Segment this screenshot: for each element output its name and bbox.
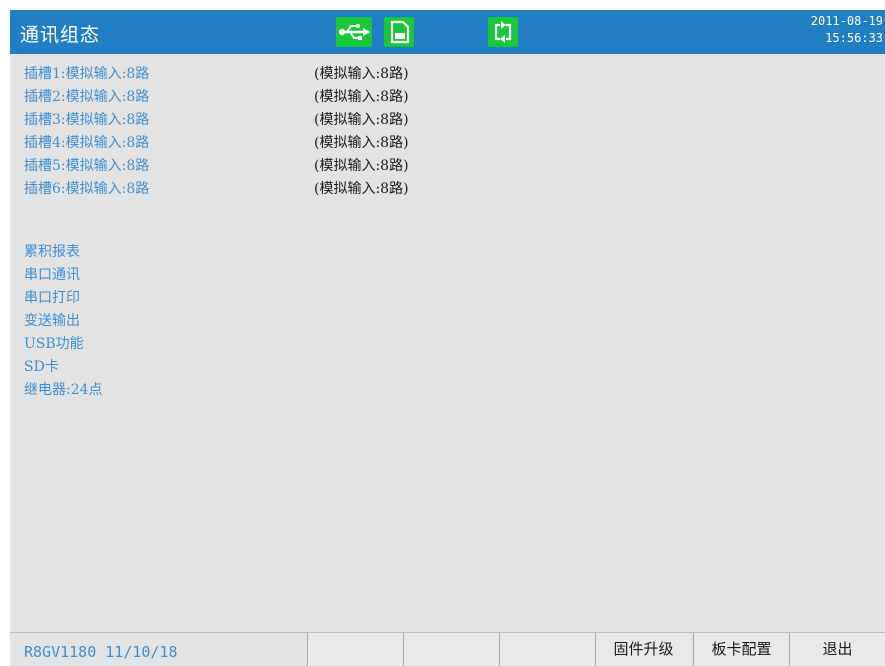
slot-config-3[interactable]: 插槽3:模拟输入:8路 (24, 109, 149, 129)
usb-icon (336, 17, 372, 47)
top-strip (0, 0, 885, 10)
softkey-2[interactable] (403, 633, 499, 666)
board-config-button[interactable]: 板卡配置 (693, 633, 789, 666)
function-relay[interactable]: 继电器:24点 (24, 379, 103, 399)
exit-button[interactable]: 退出 (789, 633, 885, 666)
date-text: 2011-08-19 (810, 14, 883, 28)
sd-card-icon (384, 17, 414, 47)
screen: 通讯组态 2011-08-19 15:56:33 插槽1:模拟输入:8路 (模拟… (0, 0, 885, 666)
firmware-upgrade-button[interactable]: 固件升级 (595, 633, 691, 666)
datetime-display: 2011-08-19 15:56:33 (811, 13, 883, 47)
slot-config-5[interactable]: 插槽5:模拟输入:8路 (24, 155, 149, 175)
slot-detected-3: (模拟输入:8路) (314, 112, 409, 128)
function-usb[interactable]: USB功能 (24, 333, 84, 353)
slot-config-1[interactable]: 插槽1:模拟输入:8路 (24, 63, 149, 83)
slot-detected-2: (模拟输入:8路) (314, 89, 409, 105)
slot-detected-1: (模拟输入:8路) (314, 66, 409, 82)
footer-bar: R8GV1180 11/10/18 固件升级 板卡配置 退出 (10, 632, 885, 666)
slot-detected-6: (模拟输入:8路) (314, 181, 409, 197)
function-accumulated-report[interactable]: 累积报表 (24, 241, 80, 261)
slot-config-4[interactable]: 插槽4:模拟输入:8路 (24, 132, 149, 152)
main-panel: 插槽1:模拟输入:8路 (模拟输入:8路) 插槽2:模拟输入:8路 (模拟输入:… (10, 54, 885, 632)
function-transmit-output[interactable]: 变送输出 (24, 310, 80, 330)
time-text: 15:56:33 (825, 31, 883, 45)
firmware-version: R8GV1180 11/10/18 (24, 643, 178, 661)
header-bar: 通讯组态 2011-08-19 15:56:33 (10, 10, 885, 54)
softkey-3[interactable] (499, 633, 595, 666)
sync-icon (488, 17, 518, 47)
page-title: 通讯组态 (20, 24, 101, 46)
function-sd-card[interactable]: SD卡 (24, 356, 59, 376)
slot-detected-5: (模拟输入:8路) (314, 158, 409, 174)
slot-detected-4: (模拟输入:8路) (314, 135, 409, 151)
function-serial-comm[interactable]: 串口通讯 (24, 264, 80, 284)
softkey-1[interactable] (307, 633, 403, 666)
function-serial-print[interactable]: 串口打印 (24, 287, 80, 307)
slot-config-6[interactable]: 插槽6:模拟输入:8路 (24, 178, 149, 198)
slot-config-2[interactable]: 插槽2:模拟输入:8路 (24, 86, 149, 106)
